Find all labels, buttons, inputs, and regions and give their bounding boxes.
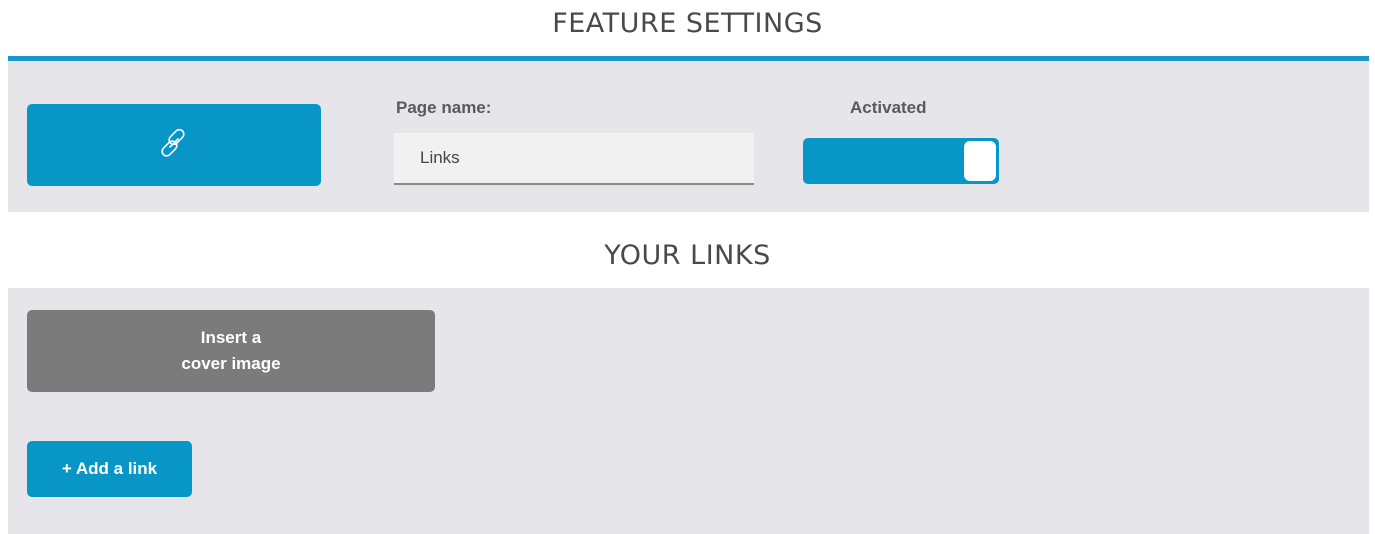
insert-cover-image-button[interactable]: Insert a cover image	[27, 310, 435, 392]
toggle-knob	[964, 141, 996, 181]
your-links-panel: Insert a cover image + Add a link	[8, 288, 1369, 534]
cover-button-line-1: Insert a	[200, 328, 262, 347]
feature-settings-title: FEATURE SETTINGS	[552, 8, 823, 39]
activated-toggle[interactable]	[803, 138, 999, 184]
add-link-button[interactable]: + Add a link	[27, 441, 192, 497]
cover-button-line-2: cover image	[181, 354, 281, 373]
page-name-input[interactable]	[394, 133, 754, 185]
feature-settings-panel: Page name: Activated	[8, 56, 1369, 212]
your-links-title: YOUR LINKS	[604, 240, 771, 271]
feature-icon-button[interactable]	[27, 104, 321, 186]
page-name-label: Page name:	[396, 98, 492, 117]
activated-label: Activated	[850, 98, 927, 117]
link-icon	[157, 126, 191, 165]
